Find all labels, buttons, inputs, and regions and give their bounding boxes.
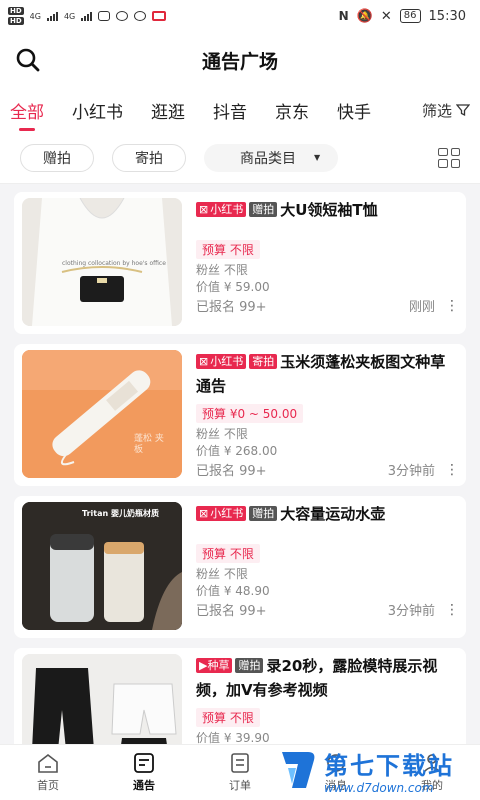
- filter-row: 赠拍 寄拍 商品类目 ▼: [0, 132, 480, 184]
- network-4g-label-2: 4G: [63, 11, 76, 21]
- tab-notice[interactable]: 通告: [96, 745, 192, 800]
- notice-title: 大容量运动水壶: [280, 505, 386, 523]
- xiaohongshu-icon: ⊠: [199, 355, 209, 368]
- signal-icon-2: [81, 11, 93, 21]
- notice-card[interactable]: 蓬松 夹板 ⊠ 小红书 寄拍 玉米须蓬松夹板图文种草通告 预算 ¥0 ~ 50.00 …: [14, 344, 466, 486]
- more-options-icon[interactable]: ⋮: [445, 602, 459, 618]
- platform-tag: ⊠ 小红书: [196, 202, 247, 217]
- tab-kuaishou[interactable]: 快手: [337, 98, 371, 123]
- tab-orders[interactable]: 订单: [192, 745, 288, 800]
- tab-notice-label: 通告: [133, 778, 155, 792]
- more-options-icon[interactable]: ⋮: [445, 462, 459, 478]
- order-icon: [231, 752, 249, 773]
- notice-card[interactable]: Tritan 婴儿奶瓶材质 ⊠ 小红书 赠拍 大容量运动水壶 预算 不限 粉丝 不限 …: [14, 496, 466, 638]
- mail-shoot-filter[interactable]: 寄拍: [112, 143, 186, 172]
- budget-badge: 预算 ¥0 ~ 50.00: [196, 404, 304, 423]
- mute-icon: 🔕: [356, 8, 373, 24]
- notice-icon: [134, 752, 154, 773]
- product-thumbnail: 蓬松 夹板: [22, 350, 182, 478]
- product-value: 价值 ¥ 268.00: [196, 444, 278, 458]
- signup-count: 已报名 99+: [196, 604, 267, 619]
- network-4g-label: 4G: [29, 11, 41, 21]
- message-bubble-icon: [134, 11, 147, 21]
- signup-count: 已报名 99+: [196, 300, 267, 315]
- post-time: 刚刚: [408, 300, 435, 315]
- notification-icon: [98, 11, 111, 21]
- top-bar: 通告广场: [0, 32, 480, 88]
- status-bar: HD HD 4G 4G N 🔕 ✕ 86 15:30: [0, 0, 480, 32]
- thumbnail-caption: 蓬松 夹板: [134, 434, 164, 455]
- nfc-icon: N: [338, 9, 349, 23]
- type-tag: 赠拍: [235, 658, 264, 673]
- wifi-off-icon: ✕: [380, 8, 392, 24]
- filter-label: 筛选: [421, 101, 452, 120]
- tab-orders-label: 订单: [229, 778, 251, 792]
- product-thumbnail: clothing collocation by hoe's office: [22, 198, 182, 326]
- hd-indicator: HD HD: [8, 7, 24, 25]
- budget-badge: 预算 不限: [196, 708, 260, 727]
- notice-title: 录20秒，露脸模特展示视频，加V有参考视频: [196, 657, 438, 699]
- tab-home-label: 首页: [37, 778, 59, 792]
- post-time: 3分钟前: [387, 604, 435, 619]
- site-watermark: 第七下载站 www.d7down.com: [278, 744, 474, 796]
- product-thumbnail: Tritan 婴儿奶瓶材质: [22, 502, 182, 630]
- clock: 15:30: [428, 8, 466, 24]
- category-dropdown[interactable]: 商品类目 ▼: [204, 143, 339, 172]
- battery-indicator: 86: [399, 9, 421, 23]
- fans-requirement: 粉丝 不限: [196, 427, 248, 441]
- tab-home[interactable]: 首页: [0, 745, 96, 800]
- notice-list: clothing collocation by hoe's office ⊠ 小红…: [0, 184, 480, 768]
- type-tag: 赠拍: [249, 506, 278, 521]
- more-options-icon[interactable]: ⋮: [445, 298, 459, 314]
- budget-badge: 预算 不限: [196, 544, 260, 563]
- thumbnail-caption: clothing collocation by hoe's office: [62, 260, 166, 267]
- platform-tag: ▶种草: [196, 658, 233, 673]
- watermark-title: 第七下载站: [324, 751, 454, 780]
- type-tag: 赠拍: [249, 202, 278, 217]
- product-value: 价值 ¥ 59.00: [196, 280, 270, 294]
- caret-down-icon: ▼: [314, 153, 321, 162]
- post-time: 3分钟前: [387, 464, 435, 479]
- watermark-url: www.d7down.com: [324, 780, 434, 795]
- category-label: 商品类目: [240, 150, 296, 167]
- notice-title-line: ⊠ 小红书 寄拍 玉米须蓬松夹板图文种草通告: [196, 350, 458, 398]
- notice-title-line: ⊠ 小红书 赠拍 大容量运动水壶: [196, 502, 458, 526]
- signup-count: 已报名 99+: [196, 464, 267, 479]
- fans-requirement: 粉丝 不限: [196, 567, 248, 581]
- xiaohongshu-icon: ⊠: [199, 203, 209, 216]
- thumbnail-caption: Tritan 婴儿奶瓶材质: [82, 509, 159, 518]
- app-notice-icon: [152, 11, 167, 21]
- tab-xiaohongshu[interactable]: 小红书: [72, 98, 123, 123]
- search-button[interactable]: [12, 44, 44, 76]
- home-icon: [38, 753, 58, 773]
- notice-title-line: ▶种草 赠拍 录20秒，露脸模特展示视频，加V有参考视频: [196, 654, 458, 702]
- product-value: 价值 ¥ 48.90: [196, 584, 270, 598]
- tab-guangguang[interactable]: 逛逛: [151, 98, 185, 123]
- type-tag: 寄拍: [249, 354, 278, 369]
- wechat-icon: [116, 11, 129, 21]
- notice-card[interactable]: clothing collocation by hoe's office ⊠ 小红…: [14, 192, 466, 334]
- notice-title-line: ⊠ 小红书 赠拍 大U领短袖T恤: [196, 198, 458, 222]
- tab-douyin[interactable]: 抖音: [213, 98, 247, 123]
- d7-logo-icon: [282, 752, 315, 788]
- tab-jingdong[interactable]: 京东: [275, 98, 309, 123]
- page-title: 通告广场: [201, 50, 278, 73]
- platform-tag: ⊠ 小红书: [196, 354, 247, 369]
- budget-badge: 预算 不限: [196, 240, 260, 259]
- xiaohongshu-icon: ⊠: [199, 507, 209, 520]
- platform-tag: ⊠ 小红书: [196, 506, 247, 521]
- fans-requirement: 粉丝 不限: [196, 263, 248, 277]
- grid-view-toggle[interactable]: [438, 147, 460, 168]
- notice-title: 大U领短袖T恤: [280, 201, 378, 219]
- platform-tabs: 全部 小红书 逛逛 抖音 京东 快手 筛选: [0, 88, 480, 132]
- gift-shoot-filter[interactable]: 赠拍: [20, 143, 94, 172]
- tab-all[interactable]: 全部: [10, 98, 44, 131]
- filter-button[interactable]: 筛选: [422, 100, 470, 121]
- signal-icon: [46, 11, 58, 21]
- funnel-icon: [456, 104, 470, 117]
- search-icon: [16, 48, 40, 72]
